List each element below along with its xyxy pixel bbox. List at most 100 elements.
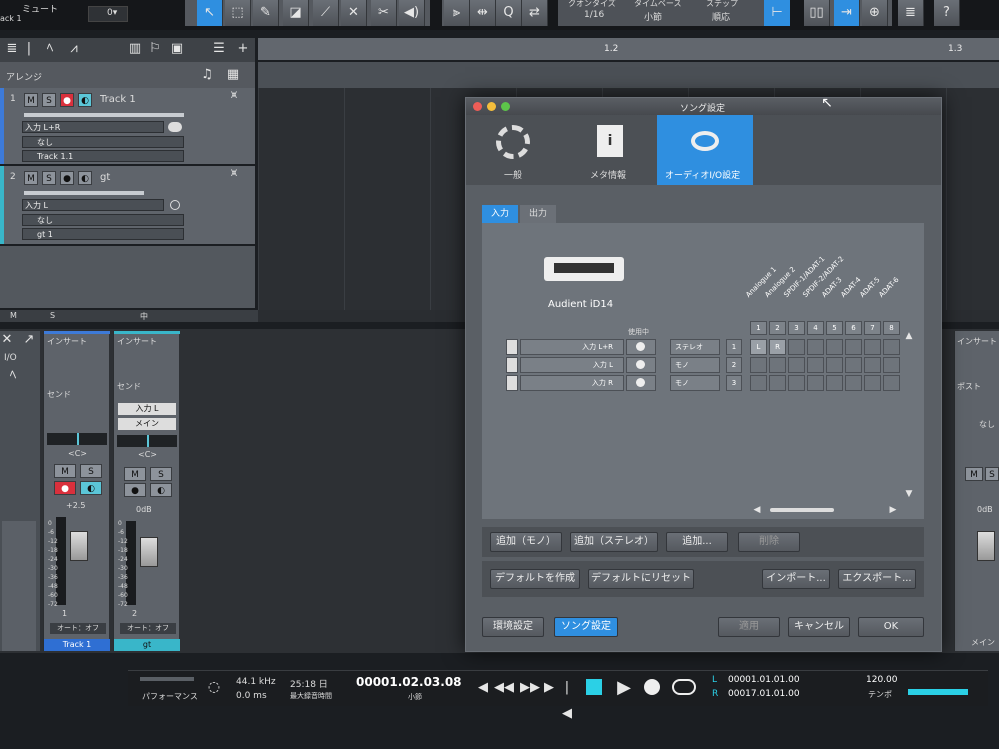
loop-end[interactable]: 00017.01.01.00 (728, 689, 800, 699)
menu-icon[interactable]: ☰ (210, 36, 228, 62)
instrument-icon[interactable]: ♫ (200, 62, 214, 88)
track-1-mute-button[interactable]: M (24, 93, 38, 107)
reset-default-button[interactable]: デフォルトにリセット (588, 569, 694, 589)
add-button[interactable]: 追加... (666, 532, 728, 552)
main-post-label[interactable]: ポスト (957, 381, 981, 392)
footer-m[interactable]: M (10, 311, 17, 320)
matrix-cell[interactable] (807, 357, 824, 373)
subtab-input[interactable]: 入力 (482, 205, 518, 223)
flag-icon[interactable]: ⚐ (148, 36, 162, 62)
matrix-cell[interactable] (807, 375, 824, 391)
footer-s[interactable]: S (50, 311, 55, 320)
close-window-icon[interactable] (473, 102, 482, 111)
matrix-cell[interactable] (845, 339, 862, 355)
matrix-cell[interactable] (845, 357, 862, 373)
snap-icon[interactable]: ⊢ (764, 0, 790, 26)
ch1-pan[interactable] (47, 433, 107, 445)
matrix-cell[interactable] (750, 357, 767, 373)
close-mixer-icon[interactable]: ✕ (0, 327, 14, 353)
chord-icon[interactable]: ▥ (128, 36, 142, 62)
track-2-solo-button[interactable]: S (42, 171, 56, 185)
stretch-tool-icon[interactable]: ⇹ (470, 0, 496, 26)
matrix-cell[interactable] (826, 357, 843, 373)
matrix-cell[interactable] (769, 375, 786, 391)
add-mono-button[interactable]: 追加（モノ） (490, 532, 562, 552)
main-solo-button[interactable]: S (985, 467, 999, 481)
return-to-start-icon[interactable]: ◀︎ (476, 675, 490, 701)
metronome-level[interactable] (908, 689, 968, 695)
pencil-tool-icon[interactable]: ✎ (253, 0, 279, 26)
subtab-output[interactable]: 出力 (520, 205, 556, 223)
wrench-icon[interactable]: ﾍ (40, 36, 60, 62)
zoom-tool-icon[interactable]: Q (496, 0, 522, 26)
matrix-cell[interactable] (788, 375, 805, 391)
track-1-link-toggle[interactable] (168, 122, 182, 132)
row-handle[interactable] (506, 357, 518, 373)
matrix-cell[interactable] (788, 339, 805, 355)
expand-mixer-icon[interactable]: ↗ (22, 327, 36, 353)
ch1-record-button[interactable]: ● (54, 481, 76, 495)
loop-toggle[interactable] (672, 679, 696, 695)
track-2-link-icon[interactable] (170, 200, 180, 210)
matrix-cell[interactable] (883, 357, 900, 373)
apply-button[interactable]: 適用 (718, 617, 780, 637)
loop-start[interactable]: 00001.01.01.00 (728, 675, 800, 685)
inspector-icon[interactable]: | (22, 36, 36, 62)
matrix-cell[interactable] (826, 339, 843, 355)
row-handle[interactable] (506, 375, 518, 391)
step-value[interactable]: 順応 (712, 10, 730, 23)
timebase-value[interactable]: 小節 (644, 10, 662, 23)
make-default-button[interactable]: デフォルトを作成 (490, 569, 580, 589)
ch2-solo-button[interactable]: S (150, 467, 172, 481)
track-1-output-select[interactable]: なし (22, 136, 184, 148)
follow-icon[interactable]: ⇥ (834, 0, 860, 26)
tempo-value[interactable]: 120.00 (866, 675, 898, 685)
ch2-fader-knob[interactable] (140, 537, 158, 567)
quantize-value[interactable]: 1/16 (584, 10, 604, 20)
scroll-left-icon[interactable]: ◀ (752, 503, 762, 517)
song-settings-button[interactable]: ソング設定 (554, 617, 618, 637)
browser-icon[interactable]: ▯▯ (804, 0, 830, 26)
ch2-pan[interactable] (117, 435, 177, 447)
cancel-button[interactable]: キャンセル (788, 617, 850, 637)
export-button[interactable]: エクスポート... (838, 569, 916, 589)
row-name[interactable]: 入力 R (520, 375, 624, 391)
ch1-mute-button[interactable]: M (54, 464, 76, 478)
track-1-name[interactable]: Track 1 (100, 94, 136, 105)
matrix-cell[interactable] (883, 375, 900, 391)
marker-icon[interactable]: ▣ (170, 36, 184, 62)
ch2-mute-button[interactable]: M (124, 467, 146, 481)
track-1-instrument-select[interactable]: Track 1.1 (22, 150, 184, 162)
track-2-record-button[interactable]: ● (60, 171, 74, 185)
track-2[interactable]: 2 M S ● ◐ gt ⩙ 入力 L なし gt 1 (0, 166, 255, 244)
ch2-input-label[interactable]: 入力 L (118, 403, 176, 415)
track-2-monitor-button[interactable]: ◐ (78, 171, 92, 185)
list-icon[interactable]: ≣ (898, 0, 924, 26)
track-1-solo-button[interactable]: S (42, 93, 56, 107)
main-mute-button[interactable]: M (965, 467, 983, 481)
row-type-select[interactable]: モノ (670, 357, 720, 373)
scroll-right-icon[interactable]: ▶ (888, 503, 898, 517)
timeline-ruler[interactable]: 1.2 1.3 (258, 38, 999, 60)
ch1-monitor-button[interactable]: ◐ (80, 481, 102, 495)
row-type-select[interactable]: ステレオ (670, 339, 720, 355)
ch2-monitor-button[interactable]: ◐ (150, 483, 172, 497)
matrix-cell[interactable] (826, 375, 843, 391)
mixer-wrench-icon[interactable]: ﾍ (6, 363, 20, 389)
ch2-output-label[interactable]: メイン (118, 418, 176, 430)
ch1-send-label[interactable]: センド (47, 389, 71, 400)
loop-tool-icon[interactable]: ⇄ (522, 0, 548, 26)
track-1-input-select[interactable]: 入力 L+R (22, 121, 164, 133)
tab-audio-io[interactable]: オーディオI/O設定 (657, 115, 753, 185)
matrix-cell[interactable] (864, 357, 881, 373)
add-stereo-button[interactable]: 追加（ステレオ） (570, 532, 658, 552)
track-2-name[interactable]: gt (100, 172, 110, 183)
matrix-cell[interactable] (769, 357, 786, 373)
list-view-icon[interactable]: ≣ (2, 36, 22, 62)
range-tool-icon[interactable]: ⬚ (225, 0, 251, 26)
pointer-tool-icon[interactable]: ↖ (197, 0, 223, 26)
row-handle[interactable] (506, 339, 518, 355)
import-button[interactable]: インポート... (762, 569, 830, 589)
ch2-send-label[interactable]: センド (117, 381, 141, 392)
add-track-icon[interactable]: + (234, 36, 252, 62)
